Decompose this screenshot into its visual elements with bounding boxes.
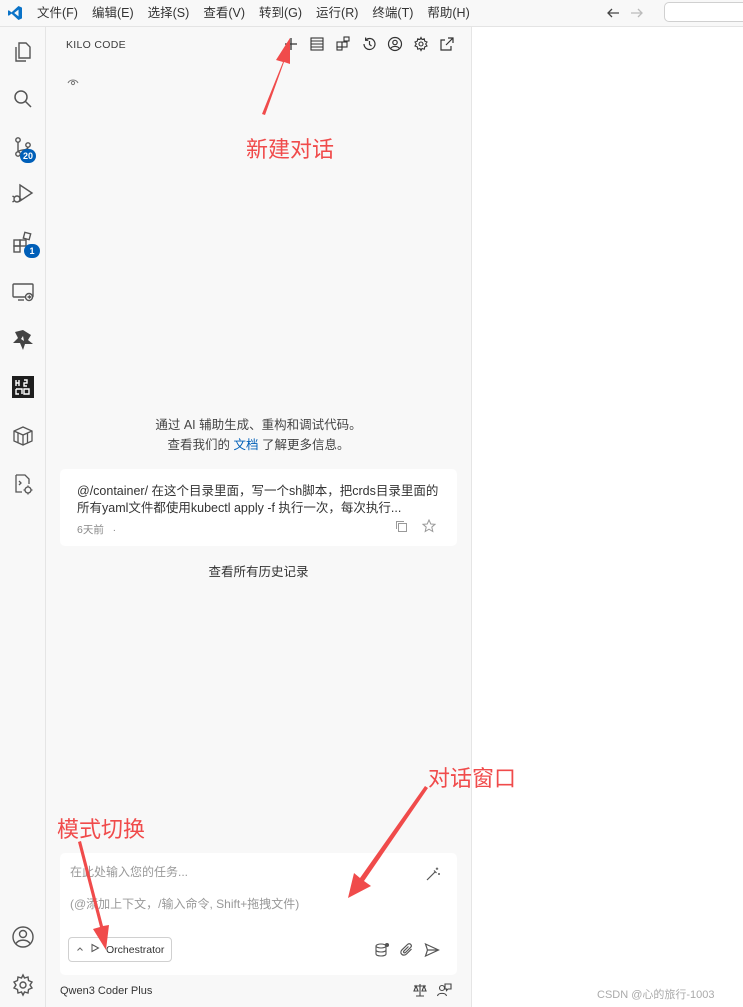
watermark: CSDN @心的旅行-1003 (597, 989, 715, 1001)
annotation-new-chat: 新建对话 (246, 137, 335, 162)
annotation-chat-window: 对话窗口 (428, 766, 517, 791)
annotation-mode-switch: 模式切换 (57, 817, 146, 842)
annotation-arrows (78, 38, 428, 950)
